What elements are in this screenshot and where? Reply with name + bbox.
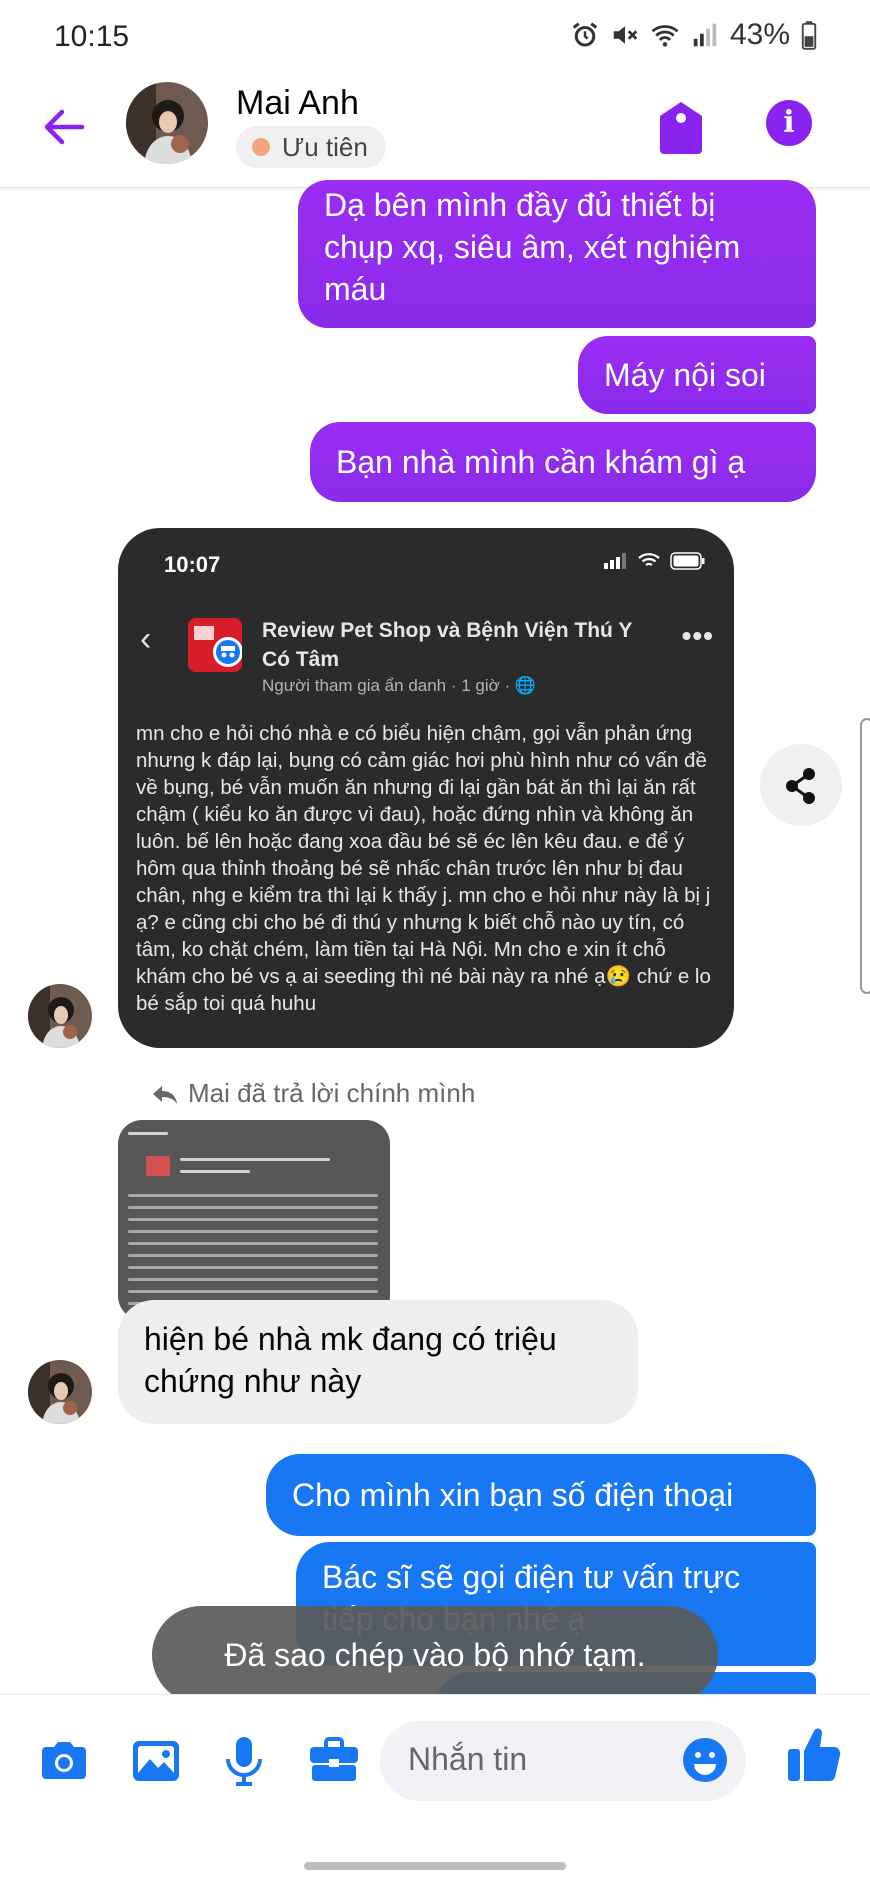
status-bar: 10:15 43%: [0, 0, 870, 80]
mute-icon: [613, 26, 638, 44]
gallery-icon[interactable]: [128, 1733, 184, 1789]
status-icons: 43%: [570, 18, 818, 52]
message-placeholder: Nhắn tin: [408, 1741, 528, 1777]
briefcase-icon[interactable]: [306, 1733, 362, 1789]
reply-indicator: Mai đã trả lời chính mình: [150, 1078, 475, 1109]
priority-label: Ưu tiên: [282, 131, 368, 162]
message-input[interactable]: Nhắn tin: [380, 1721, 746, 1801]
reply-icon: [153, 1085, 177, 1104]
contact-avatar-small[interactable]: [28, 1360, 92, 1424]
outgoing-message[interactable]: Bạn nhà mình cần khám gì ạ: [310, 422, 816, 502]
priority-dot-icon: [252, 138, 270, 156]
copied-toast: Đã sao chép vào bộ nhớ tạm.: [152, 1606, 718, 1704]
post-meta: Người tham gia ẩn danh · 1 giờ · 🌐: [262, 676, 536, 696]
outgoing-message[interactable]: Cho mình xin bạn số điện thoại: [266, 1454, 816, 1536]
wifi-icon: [651, 25, 679, 47]
contact-avatar[interactable]: [126, 82, 208, 164]
shared-screenshot-image[interactable]: 10:07 ‹ Review Pet Shop và Bệnh Viện Thú…: [118, 528, 734, 1048]
more-icon: •••: [681, 620, 714, 651]
share-icon: [786, 768, 815, 804]
status-time: 10:15: [54, 20, 130, 53]
screenshot-back-icon: ‹: [140, 620, 152, 658]
tag-icon[interactable]: [656, 100, 706, 156]
thumbs-up-icon[interactable]: [786, 1723, 842, 1787]
contact-avatar-small[interactable]: [28, 984, 92, 1048]
post-text: mn cho e hỏi chó nhà e có biểu hiện chậm…: [136, 722, 711, 1015]
replied-image-thumbnail[interactable]: [118, 1120, 390, 1320]
alarm-icon: [572, 22, 598, 47]
group-logo: [188, 618, 243, 672]
reply-label-text: Mai đã trả lời chính mình: [188, 1078, 476, 1108]
emoji-icon[interactable]: [680, 1735, 730, 1785]
edge-panel-handle[interactable]: [860, 718, 870, 994]
share-button[interactable]: [760, 744, 842, 826]
group-title: Review Pet Shop và Bệnh Viện Thú Y Có Tâ…: [262, 619, 632, 671]
screenshot-time: 10:07: [164, 552, 221, 577]
outgoing-message[interactable]: Dạ bên mình đầy đủ thiết bị chụp xq, siê…: [298, 180, 816, 328]
incoming-message[interactable]: hiện bé nhà mk đang có triệu chứng như n…: [118, 1300, 638, 1424]
outgoing-message[interactable]: Máy nội soi: [578, 336, 816, 414]
message-composer: Nhắn tin: [0, 1694, 870, 1844]
battery-icon: [801, 21, 817, 50]
battery-percent: 43%: [729, 18, 790, 51]
globe-icon: 🌐: [514, 676, 537, 695]
microphone-icon[interactable]: [216, 1733, 272, 1789]
camera-icon[interactable]: [36, 1733, 92, 1789]
screenshot-status-icons: [604, 552, 706, 570]
chat-header: Mai Anh Ưu tiên i: [0, 80, 870, 188]
priority-chip[interactable]: Ưu tiên: [236, 126, 386, 168]
back-arrow-icon[interactable]: [38, 102, 88, 152]
home-indicator[interactable]: [304, 1862, 566, 1870]
contact-name[interactable]: Mai Anh: [236, 84, 359, 123]
info-icon[interactable]: i: [766, 100, 812, 146]
post-meta-text: Người tham gia ẩn danh · 1 giờ ·: [262, 676, 511, 695]
signal-icon: [693, 23, 717, 47]
